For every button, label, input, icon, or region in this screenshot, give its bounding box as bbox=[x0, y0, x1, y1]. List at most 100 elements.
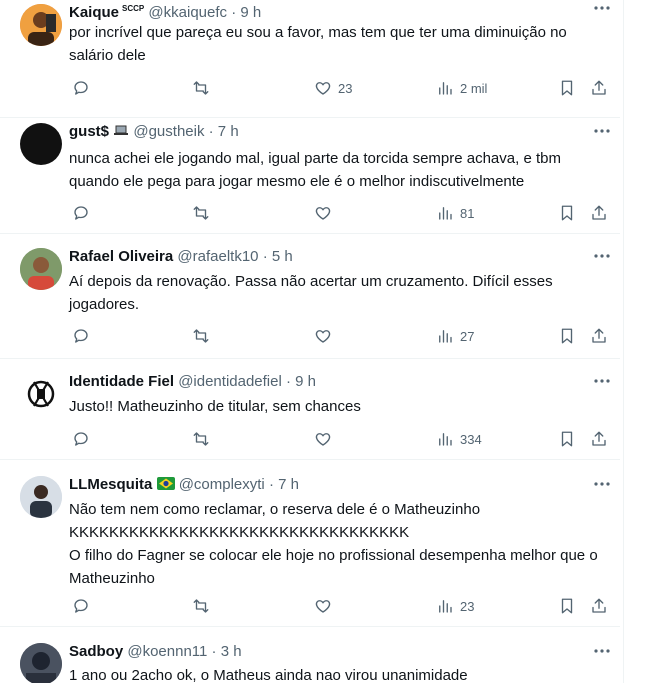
tweet-time[interactable]: · 9 h bbox=[231, 4, 261, 21]
bookmark-icon bbox=[561, 598, 573, 614]
view-count: 334 bbox=[460, 431, 482, 447]
user-name[interactable]: Identidade Fiel bbox=[69, 373, 174, 390]
reply-button[interactable] bbox=[72, 203, 90, 223]
share-icon bbox=[592, 205, 606, 220]
user-name[interactable]: LLMesquita bbox=[69, 476, 152, 493]
tweet-header: LLMesquita @complexyti · 7 h bbox=[69, 476, 299, 494]
laptop-icon bbox=[114, 125, 129, 135]
more-icon[interactable] bbox=[592, 2, 612, 14]
like-button[interactable] bbox=[314, 203, 332, 223]
retweet-button[interactable] bbox=[192, 429, 210, 449]
share-button[interactable] bbox=[590, 78, 608, 98]
views-button[interactable]: 2 mil bbox=[436, 78, 487, 98]
user-handle[interactable]: @complexyti bbox=[179, 476, 265, 493]
heart-icon bbox=[315, 433, 331, 446]
heart-icon bbox=[315, 82, 331, 95]
like-button[interactable] bbox=[314, 429, 332, 449]
user-handle[interactable]: @kkaiquefc bbox=[148, 4, 227, 21]
like-button[interactable] bbox=[314, 326, 332, 346]
bookmark-button[interactable] bbox=[558, 203, 576, 223]
share-button[interactable] bbox=[590, 203, 608, 223]
heart-icon bbox=[315, 330, 331, 343]
tweet-text: Aí depois da renovação. Passa não acerta… bbox=[69, 273, 553, 313]
avatar[interactable] bbox=[20, 123, 62, 165]
tweet[interactable]: gust$ @gustheik · 7 h nunca achei ele jo… bbox=[0, 123, 620, 234]
views-icon bbox=[439, 82, 452, 95]
views-icon bbox=[439, 207, 452, 220]
retweet-icon bbox=[193, 81, 209, 95]
share-icon bbox=[592, 328, 606, 343]
reply-icon bbox=[74, 206, 88, 220]
views-button[interactable]: 81 bbox=[436, 203, 474, 223]
views-button[interactable]: 334 bbox=[436, 429, 482, 449]
column-border bbox=[623, 0, 624, 683]
bookmark-button[interactable] bbox=[558, 78, 576, 98]
user-name[interactable]: Kaique bbox=[69, 4, 119, 21]
bookmark-button[interactable] bbox=[558, 596, 576, 616]
user-name[interactable]: Rafael Oliveira bbox=[69, 248, 173, 265]
reply-button[interactable] bbox=[72, 596, 90, 616]
more-icon[interactable] bbox=[592, 478, 612, 490]
reply-button[interactable] bbox=[72, 78, 90, 98]
share-button[interactable] bbox=[590, 429, 608, 449]
views-icon bbox=[439, 600, 452, 613]
more-icon[interactable] bbox=[592, 645, 612, 657]
user-handle[interactable]: @rafaeltk10 bbox=[177, 248, 258, 265]
retweet-icon bbox=[193, 432, 209, 446]
tweet-header: Kaique SCCP @kkaiquefc · 9 h bbox=[69, 0, 261, 21]
retweet-button[interactable] bbox=[192, 203, 210, 223]
tweet[interactable]: Identidade Fiel @identidadefiel · 9 h Ju… bbox=[0, 373, 620, 460]
views-button[interactable]: 23 bbox=[436, 596, 474, 616]
view-count: 27 bbox=[460, 328, 475, 344]
more-icon[interactable] bbox=[592, 375, 612, 387]
view-count: 81 bbox=[460, 205, 475, 221]
avatar[interactable] bbox=[20, 248, 62, 290]
bookmark-button[interactable] bbox=[558, 326, 576, 346]
bookmark-icon bbox=[561, 431, 573, 447]
views-button[interactable]: 27 bbox=[436, 326, 474, 346]
user-name[interactable]: gust$ bbox=[69, 123, 109, 140]
tweet[interactable]: LLMesquita @complexyti · 7 h Não tem nem… bbox=[0, 476, 620, 627]
tweet-time[interactable]: · 7 h bbox=[209, 123, 239, 140]
reply-button[interactable] bbox=[72, 429, 90, 449]
tweet[interactable]: Rafael Oliveira @rafaeltk10 · 5 h Aí dep… bbox=[0, 248, 620, 359]
share-button[interactable] bbox=[590, 596, 608, 616]
retweet-icon bbox=[193, 599, 209, 613]
retweet-button[interactable] bbox=[192, 326, 210, 346]
brazil-flag-icon bbox=[156, 477, 175, 490]
retweet-button[interactable] bbox=[192, 78, 210, 98]
user-handle[interactable]: @identidadefiel bbox=[178, 373, 282, 390]
tweet-header: Sadboy @koennn11 · 3 h bbox=[69, 643, 242, 661]
tweet-text: Não tem nem como reclamar, o reserva del… bbox=[69, 498, 609, 590]
user-handle[interactable]: @koennn11 bbox=[127, 643, 207, 660]
tweet-time[interactable]: · 7 h bbox=[269, 476, 299, 493]
user-handle[interactable]: @gustheik bbox=[133, 123, 204, 140]
like-button[interactable]: 23 bbox=[314, 78, 352, 98]
retweet-icon bbox=[193, 206, 209, 220]
user-badge: SCCP bbox=[122, 4, 145, 13]
avatar[interactable] bbox=[20, 476, 62, 518]
like-button[interactable] bbox=[314, 596, 332, 616]
view-count: 2 mil bbox=[460, 80, 488, 96]
tweet-time[interactable]: · 9 h bbox=[286, 373, 316, 390]
bookmark-button[interactable] bbox=[558, 429, 576, 449]
share-button[interactable] bbox=[590, 326, 608, 346]
avatar[interactable] bbox=[20, 643, 62, 683]
avatar[interactable] bbox=[20, 373, 62, 415]
user-name[interactable]: Sadboy bbox=[69, 643, 123, 660]
tweet-time[interactable]: · 3 h bbox=[212, 643, 242, 660]
tweet-text: por incrível que pareça eu sou a favor, … bbox=[69, 24, 567, 64]
retweet-button[interactable] bbox=[192, 596, 210, 616]
reply-button[interactable] bbox=[72, 326, 90, 346]
retweet-icon bbox=[193, 329, 209, 343]
more-icon[interactable] bbox=[592, 250, 612, 262]
share-icon bbox=[592, 598, 606, 613]
tweet-header: Rafael Oliveira @rafaeltk10 · 5 h bbox=[69, 248, 293, 266]
tweet[interactable]: Kaique SCCP @kkaiquefc · 9 h por incrível… bbox=[0, 0, 620, 118]
tweet[interactable]: Sadboy @koennn11 · 3 h 1 ano ou 2acho ok… bbox=[0, 643, 620, 683]
more-icon[interactable] bbox=[592, 125, 612, 137]
tweet-time[interactable]: · 5 h bbox=[263, 248, 293, 265]
share-icon bbox=[592, 431, 606, 446]
bookmark-icon bbox=[561, 328, 573, 344]
avatar[interactable] bbox=[20, 4, 62, 46]
